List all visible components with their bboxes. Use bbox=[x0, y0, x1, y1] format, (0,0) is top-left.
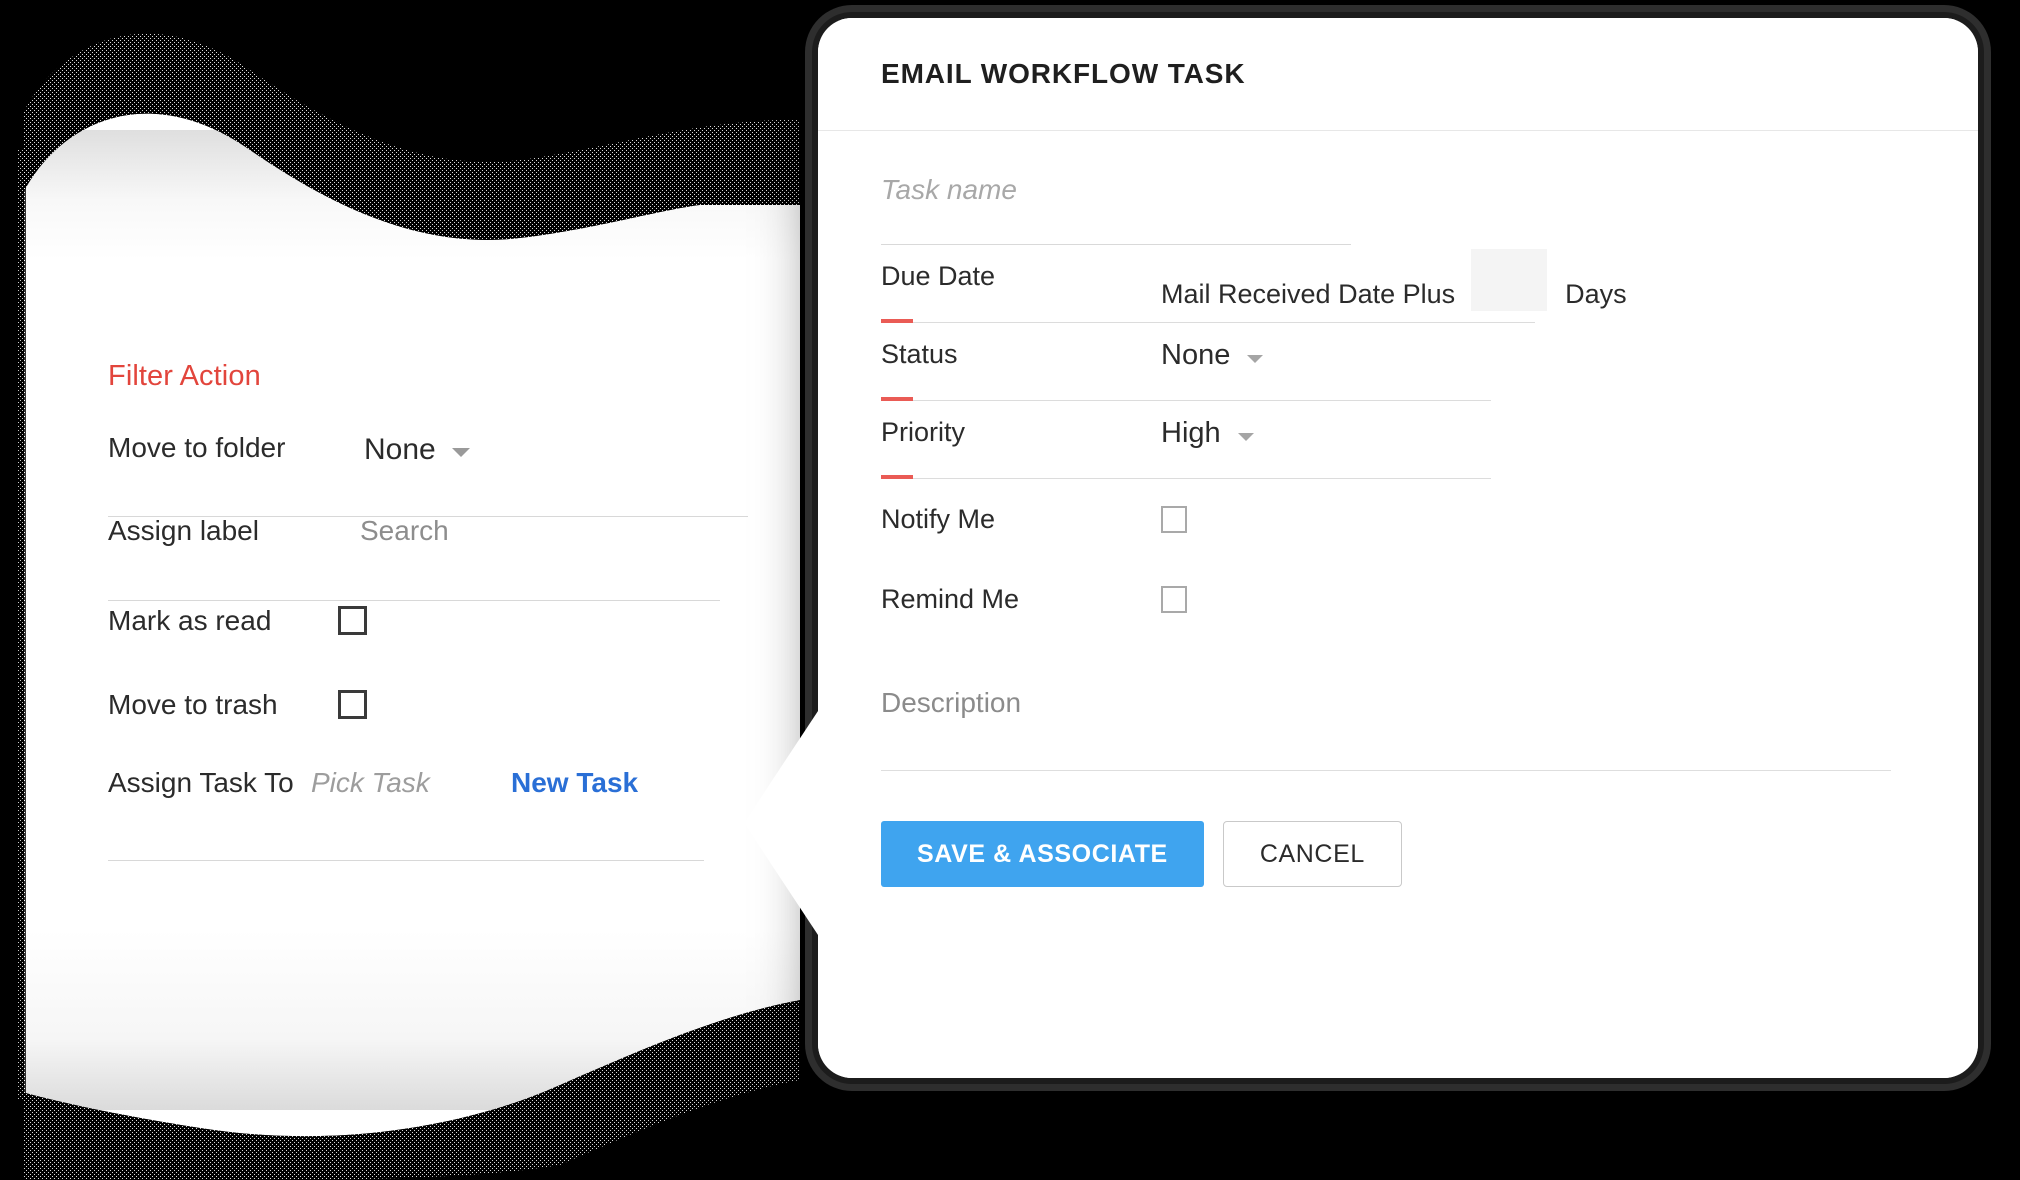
filter-panel: Filter Action Move to folder None Assign… bbox=[108, 362, 748, 861]
row-due-date: Due Date Mail Received Date Plus Days bbox=[881, 245, 1915, 323]
due-date-controls: Mail Received Date Plus Days bbox=[1161, 249, 1627, 325]
row-mark-as-read: Mark as read bbox=[108, 601, 748, 685]
field-underline bbox=[108, 860, 704, 861]
chevron-down-icon bbox=[1237, 432, 1254, 441]
move-to-trash-checkbox[interactable] bbox=[338, 690, 367, 719]
row-assign-label: Assign label Search bbox=[108, 517, 748, 601]
label-status: Status bbox=[881, 339, 958, 369]
row-move-to-folder: Move to folder None bbox=[108, 433, 748, 517]
pick-task-input[interactable]: Pick Task bbox=[311, 769, 511, 797]
label-move-to-trash: Move to trash bbox=[108, 689, 278, 720]
label-move-to-folder: Move to folder bbox=[108, 432, 286, 463]
remind-me-checkbox[interactable] bbox=[1161, 585, 1187, 613]
notify-me-checkbox[interactable] bbox=[1161, 505, 1187, 533]
new-task-link[interactable]: New Task bbox=[511, 769, 638, 797]
dialog-footer: SAVE & ASSOCIATE CANCEL bbox=[881, 821, 1915, 887]
label-due-date: Due Date bbox=[881, 261, 996, 291]
email-workflow-task-dialog: EMAIL WORKFLOW TASK Task name Due Date M… bbox=[744, 18, 1978, 1078]
row-status: Status None bbox=[881, 323, 1915, 401]
task-name-field[interactable]: Task name bbox=[881, 161, 1915, 245]
due-date-days-input[interactable] bbox=[1471, 249, 1548, 311]
task-name-placeholder: Task name bbox=[881, 174, 1017, 205]
row-move-to-trash: Move to trash bbox=[108, 685, 748, 769]
move-to-folder-dropdown[interactable]: None bbox=[364, 435, 470, 465]
due-date-days-unit: Days bbox=[1565, 278, 1627, 309]
screen-root: Filter Action Move to folder None Assign… bbox=[0, 0, 2020, 1180]
priority-dropdown[interactable]: High bbox=[1161, 419, 1254, 448]
cancel-button[interactable]: CANCEL bbox=[1222, 821, 1402, 887]
label-priority: Priority bbox=[881, 417, 966, 447]
move-to-folder-value: None bbox=[364, 433, 436, 466]
due-date-prefix-text[interactable]: Mail Received Date Plus bbox=[1161, 280, 1455, 308]
chevron-down-icon bbox=[1247, 354, 1264, 363]
dialog-body: Task name Due Date Mail Received Date Pl… bbox=[818, 161, 1978, 887]
priority-value: High bbox=[1161, 417, 1221, 449]
description-field[interactable]: Description bbox=[881, 681, 1915, 771]
label-notify-me: Notify Me bbox=[881, 503, 996, 534]
row-notify-me: Notify Me bbox=[881, 479, 1915, 559]
assign-label-search-input[interactable]: Search bbox=[360, 517, 449, 545]
dialog-title: EMAIL WORKFLOW TASK bbox=[881, 58, 1246, 89]
dialog-header: EMAIL WORKFLOW TASK bbox=[818, 18, 1978, 131]
label-assign-task-to: Assign Task To bbox=[108, 767, 294, 798]
status-dropdown[interactable]: None bbox=[1161, 339, 1264, 371]
save-and-associate-button[interactable]: SAVE & ASSOCIATE bbox=[881, 821, 1204, 887]
dialog-inner: EMAIL WORKFLOW TASK Task name Due Date M… bbox=[818, 18, 1978, 1078]
filter-panel-content: Filter Action Move to folder None Assign… bbox=[0, 0, 800, 1180]
chevron-down-icon bbox=[451, 447, 470, 457]
label-assign-label: Assign label bbox=[108, 515, 259, 546]
torn-paper-card: Filter Action Move to folder None Assign… bbox=[0, 0, 800, 1180]
label-remind-me: Remind Me bbox=[881, 583, 1020, 614]
field-underline bbox=[881, 770, 1891, 771]
mark-as-read-checkbox[interactable] bbox=[338, 606, 367, 635]
status-value: None bbox=[1161, 339, 1231, 371]
label-mark-as-read: Mark as read bbox=[108, 605, 272, 636]
row-priority: Priority High bbox=[881, 401, 1915, 479]
filter-action-title: Filter Action bbox=[108, 360, 261, 392]
row-remind-me: Remind Me bbox=[881, 559, 1915, 639]
description-placeholder: Description bbox=[881, 687, 1022, 718]
row-assign-task-to: Assign Task To Pick Task New Task bbox=[108, 769, 748, 861]
